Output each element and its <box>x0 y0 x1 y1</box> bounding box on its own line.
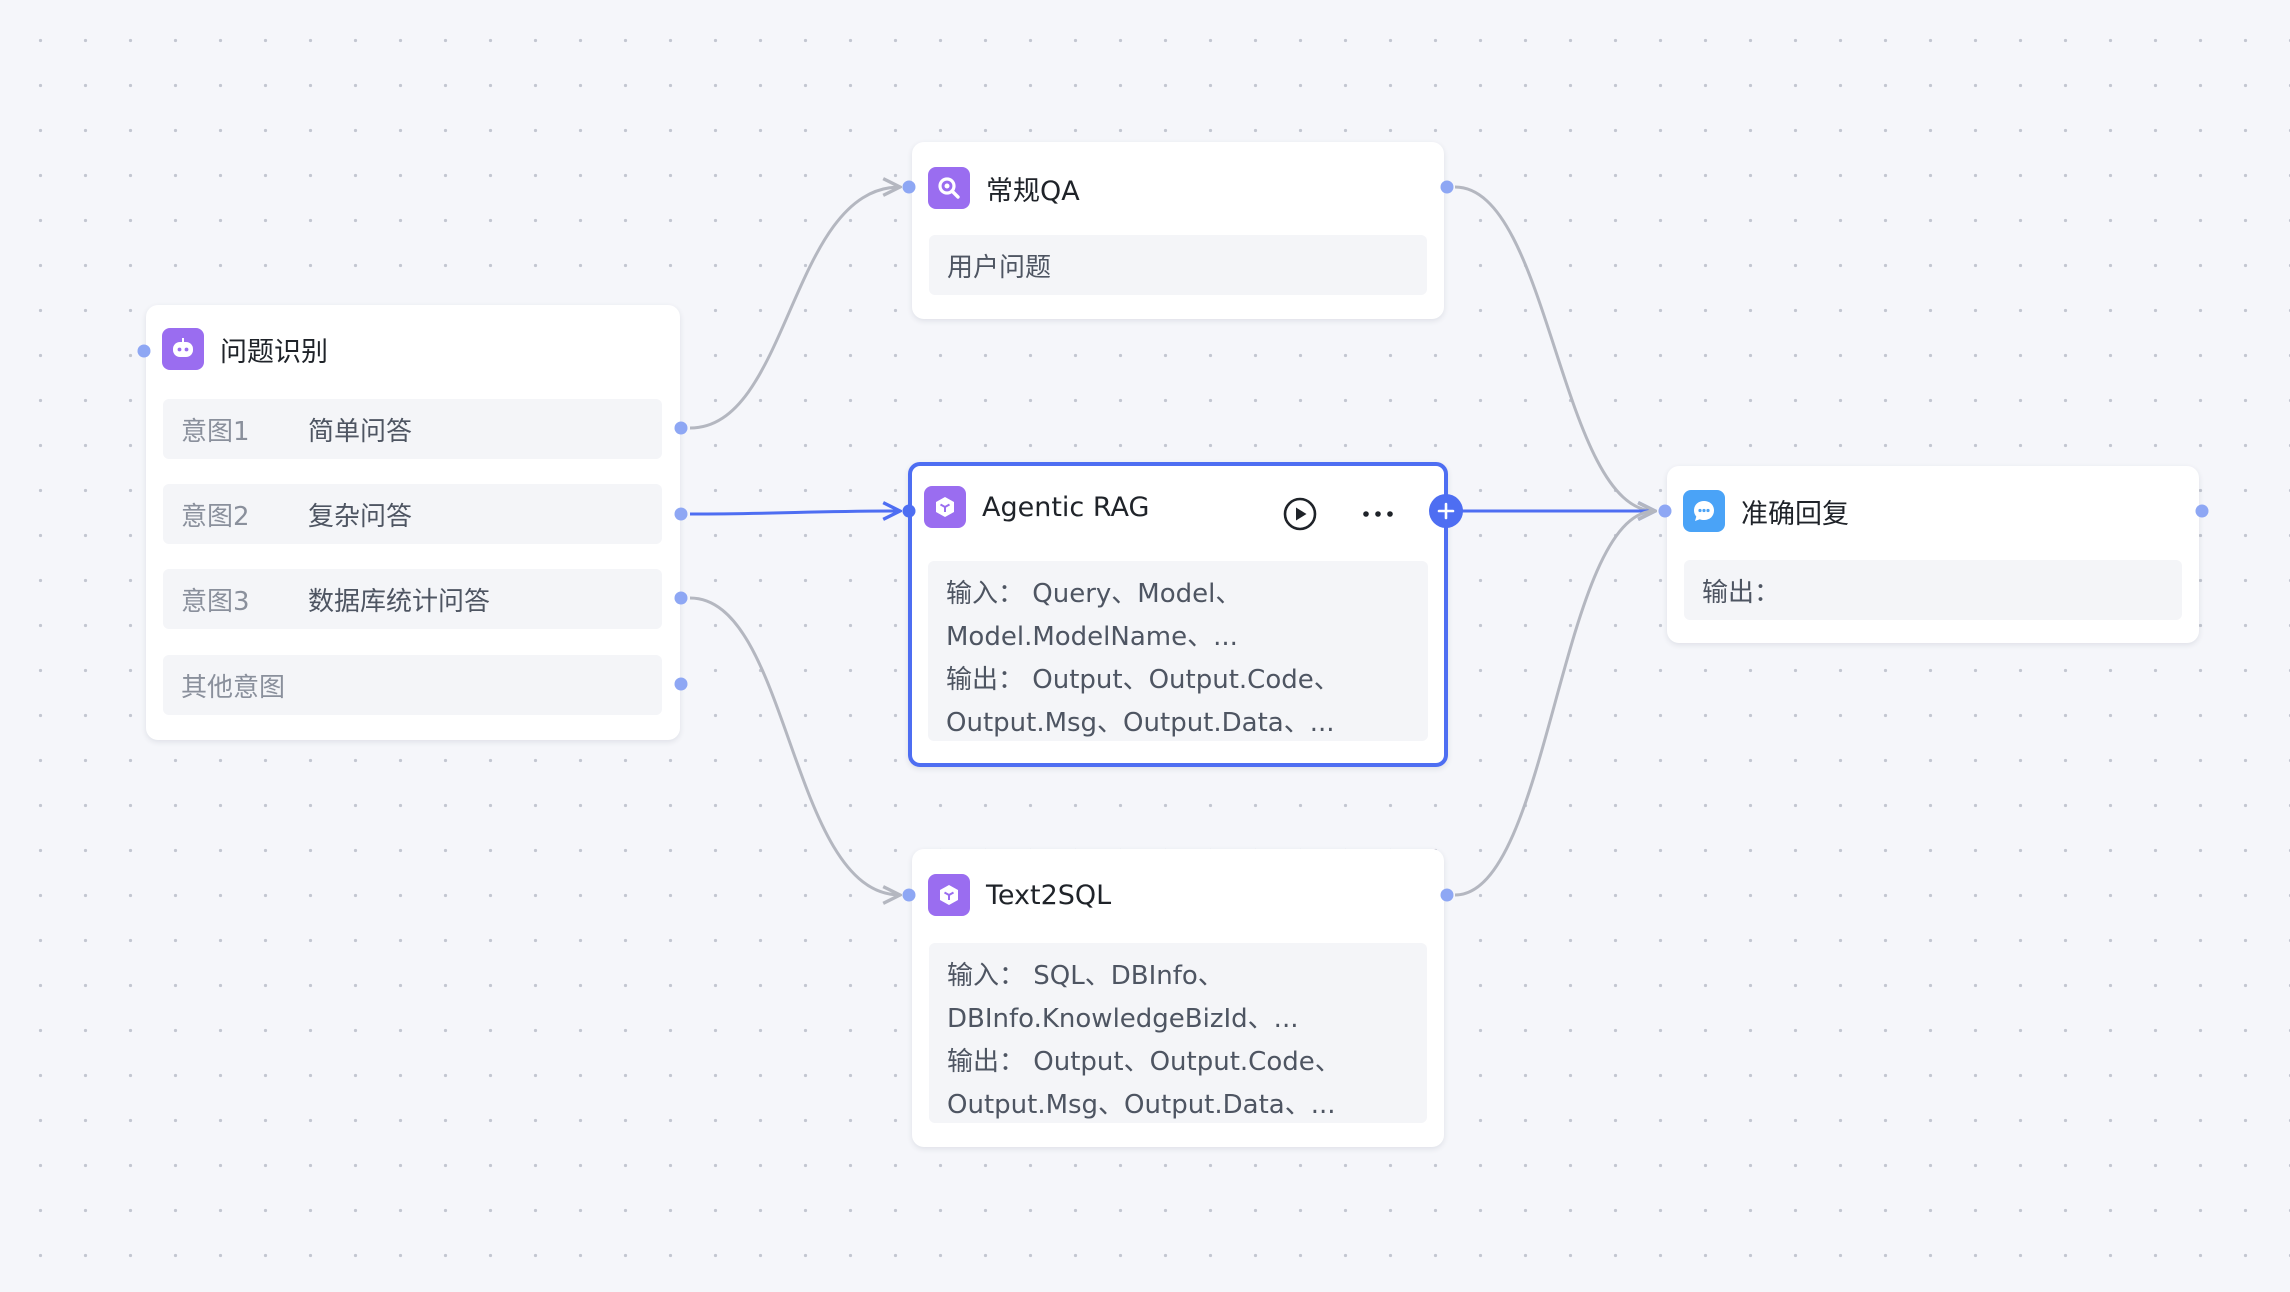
intent2-output-port[interactable] <box>674 507 688 521</box>
node-title: 问题识别 <box>220 336 328 368</box>
run-button[interactable] <box>1282 496 1318 532</box>
reply-input-port[interactable] <box>1658 504 1672 518</box>
qa-output-port[interactable] <box>1440 180 1454 194</box>
plus-icon <box>1437 502 1455 520</box>
edge-intent2-to-rag[interactable] <box>689 511 900 514</box>
qa-input-port[interactable] <box>902 180 916 194</box>
intent-input-port[interactable] <box>137 344 151 358</box>
rag-io-info: 输入： Query、Model、 Model.ModelName、... 输出：… <box>928 561 1428 741</box>
node-title: Text2SQL <box>986 879 1112 911</box>
intent-node[interactable]: 问题识别 意图1 简单问答 意图2 复杂问答 意图3 数据库统计问答 其他意图 <box>146 305 680 740</box>
more-icon <box>1363 511 1393 517</box>
intent-row[interactable]: 意图1 简单问答 <box>163 399 662 459</box>
play-circle-icon <box>1283 497 1317 531</box>
sql-input-port[interactable] <box>902 888 916 902</box>
chat-bubble-icon <box>1683 490 1725 532</box>
text2sql-node[interactable]: Text2SQL 输入： SQL、DBInfo、 DBInfo.Knowledg… <box>912 849 1444 1147</box>
reply-output-port[interactable] <box>2195 504 2209 518</box>
agentic-rag-node[interactable]: Agentic RAG 输入： Query、Model、 Model.Model… <box>908 462 1448 767</box>
reply-output-field[interactable]: 输出： <box>1684 560 2182 620</box>
qa-input-field[interactable]: 用户问题 <box>929 235 1427 295</box>
intent3-output-port[interactable] <box>674 591 688 605</box>
robot-icon <box>162 328 204 370</box>
edge-sql-to-reply[interactable] <box>1454 511 1655 897</box>
sql-output-port[interactable] <box>1440 888 1454 902</box>
add-node-button[interactable] <box>1429 494 1463 528</box>
intent-row[interactable]: 意图3 数据库统计问答 <box>163 569 662 629</box>
edge-qa-to-reply[interactable] <box>1454 185 1655 511</box>
search-chat-icon <box>928 167 970 209</box>
rag-input-port[interactable] <box>902 504 916 518</box>
node-title: Agentic RAG <box>982 491 1150 523</box>
intent1-output-port[interactable] <box>674 421 688 435</box>
intent-row[interactable]: 意图2 复杂问答 <box>163 484 662 544</box>
edge-intent1-to-qa[interactable] <box>689 187 900 430</box>
node-title: 常规QA <box>986 175 1080 207</box>
intent-row[interactable]: 其他意图 <box>163 655 662 715</box>
cube-icon <box>924 486 966 528</box>
sql-io-info: 输入： SQL、DBInfo、 DBInfo.KnowledgeBizId、..… <box>929 943 1427 1123</box>
cube-icon <box>928 874 970 916</box>
more-options-button[interactable] <box>1358 496 1398 532</box>
reply-node[interactable]: 准确回复 输出： <box>1667 466 2199 643</box>
node-title: 准确回复 <box>1741 498 1849 530</box>
edge-intent3-to-sql[interactable] <box>689 596 900 895</box>
qa-node[interactable]: 常规QA 用户问题 <box>912 142 1444 319</box>
intent-other-output-port[interactable] <box>674 677 688 691</box>
